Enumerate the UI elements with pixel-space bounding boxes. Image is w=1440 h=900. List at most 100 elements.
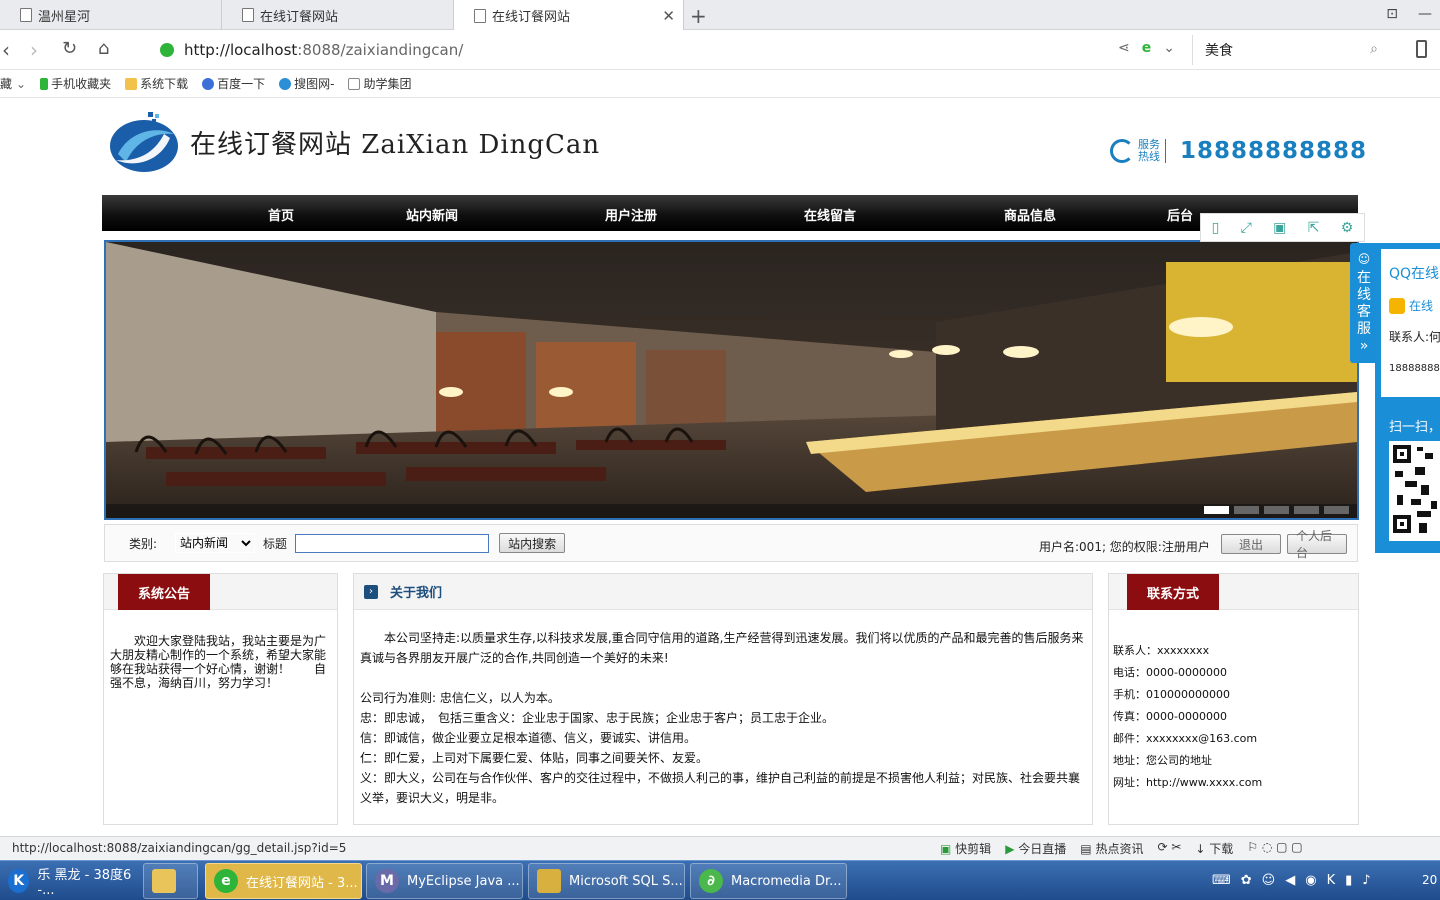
site-search-button[interactable]: 站内搜索 [499,533,566,553]
menu-news[interactable]: 站内新闻 [406,205,458,224]
chevron-down-icon: ⌄ [16,76,27,91]
menu-register[interactable]: 用户注册 [605,205,657,224]
taskbar-label: Microsoft SQL S... [569,873,683,889]
chevron-right-icon: › [364,584,378,599]
close-tab-icon[interactable]: ✕ [662,7,675,25]
bookmark-zhuxue[interactable]: 助学集团 [348,75,411,92]
myeclipse-icon: M [375,869,399,893]
save-icon[interactable]: ▣ [1273,220,1286,236]
slide-dot-2[interactable] [1234,506,1259,514]
bookmark-downloads[interactable]: 系统下载 [125,75,188,92]
tab-label: 温州星河 [38,9,91,25]
keyboard-icon[interactable]: ⌨ [1212,873,1231,888]
home-icon[interactable]: ⌂ [98,38,109,59]
address-bar[interactable]: http://localhost:8088/zaixiandingcan/ [150,35,1180,65]
shirt-icon[interactable]: ⊡ [1386,6,1398,22]
flower-icon[interactable]: ✿ [1241,873,1252,888]
status-misc-icons[interactable]: ⟳ ✂ [1157,840,1181,857]
taskbar-app-dreamweaver[interactable]: ∂ Macromedia Dr... [690,863,847,899]
menu-products[interactable]: 商品信息 [1004,205,1056,224]
reload-icon[interactable]: ↻ [62,38,77,59]
globe-icon [279,77,292,90]
share-icon[interactable]: ⋖ [1118,40,1130,56]
url-path: :8088/zaixiandingcan/ [297,41,464,59]
minimize-icon[interactable]: — [1418,6,1432,22]
system-tray: ⌨ ✿ ☺ ◀ ◉ K ▮ ♪ [1212,873,1371,888]
chevron-down-icon[interactable]: ⌄ [1163,40,1175,56]
menu-message[interactable]: 在线留言 [804,205,856,224]
taskbar-app-explorer[interactable] [143,863,198,899]
status-extra-icons[interactable]: ⚐ ◌ ▢ ▢ [1247,840,1302,857]
browser-tab-bar: 温州星河 在线订餐网站 在线订餐网站 ✕ + ⊡ — [0,0,1440,31]
folder-icon [125,77,138,90]
bookmark-favorites[interactable]: 藏 ⌄ [0,75,26,92]
gear-icon[interactable]: ⚙ [1341,220,1354,236]
status-live[interactable]: ▶ 今日直播 [1005,840,1066,857]
new-tab-button[interactable]: + [690,4,707,28]
volume-mute-icon[interactable]: ◀ [1285,873,1295,888]
bookmarks-bar: 藏 ⌄ 手机收藏夹 系统下载 百度一下 搜图网- 助学集团 [0,70,1440,98]
bookmark-label: 藏 [0,77,13,91]
status-news[interactable]: ▤ 热点资讯 [1080,840,1143,857]
contact-heading: 联系方式 [1127,574,1220,610]
status-quick-edit[interactable]: ▣ 快剪辑 [940,840,991,857]
about-line: 仁：即仁爱，上司对下属要仁爱、体贴，同事之间要关怀、友爱。 [360,751,709,765]
title-input[interactable] [295,533,490,553]
bookmark-mobile[interactable]: 手机收藏夹 [40,75,111,92]
kugou-tray-icon[interactable]: K [1327,873,1336,888]
taskbar-app-myeclipse[interactable]: M MyEclipse Java ... [366,863,523,899]
bookmark-baidu[interactable]: 百度一下 [202,75,265,92]
menu-home[interactable]: 首页 [268,205,294,224]
bookmark-soutu[interactable]: 搜图网- [279,75,334,92]
taskbar-app-browser[interactable]: e 在线订餐网站 - 3... [205,863,362,899]
expand-icon[interactable]: ⤢ [1241,220,1252,236]
double-chevron-icon: » [1359,338,1369,354]
status-label: 热点资讯 [1095,842,1144,856]
about-line: 公司行为准则: 忠信仁义，以人为本。 [360,691,560,705]
qq-scan-label: 扫一扫， [1389,420,1440,435]
hotline-label: 服务热线 [1138,139,1166,163]
sql-server-icon [537,869,561,893]
user-icon[interactable]: ☺ [1262,873,1276,888]
about-panel: › 关于我们 本公司坚持走:以质量求生存,以科技求发展,重合同守信用的道路,生产… [353,573,1093,825]
browser-tab-3-active[interactable]: 在线订餐网站 ✕ [454,0,684,31]
qq-online-link[interactable]: 在线 [1389,297,1440,314]
qq-title: QQ在线 [1389,266,1440,282]
hero-banner[interactable] [104,240,1359,520]
share-icon[interactable]: ⇱ [1308,220,1320,236]
phone-icon [40,77,49,90]
about-body: 本公司坚持走:以质量求生存,以科技求发展,重合同守信用的道路,生产经营得到迅速发… [354,610,1092,808]
qq-contact: 联系人:何 [1389,330,1440,344]
contact-header: 联系方式 [1109,574,1358,610]
forward-icon[interactable]: › [30,38,38,62]
contact-panel: 联系方式 联系人：xxxxxxxx 电话：0000-0000000 手机：010… [1108,573,1359,825]
slide-dot-4[interactable] [1294,506,1319,514]
browser-status-bar: http://localhost:8088/zaixiandingcan/gg_… [0,836,1440,860]
status-download[interactable]: ↓ 下载 [1195,840,1233,857]
qq-online-label: 在线 [1409,299,1434,313]
logout-button[interactable]: 退出 [1221,534,1281,554]
ie-mode-icon[interactable]: e [1142,40,1152,56]
phone-icon[interactable] [1416,40,1427,58]
category-select[interactable]: 站内新闻 [175,533,256,553]
search-icon[interactable]: ⌕ [1370,41,1378,57]
menu-admin[interactable]: 后台 [1167,205,1193,224]
copy-icon[interactable]: ▯ [1212,220,1220,236]
profile-button[interactable]: 个人后台 [1287,529,1347,560]
search-input[interactable]: 美食 ⌕ [1192,35,1392,65]
notice-text[interactable]: 欢迎大家登陆我站，我站主要是为广大朋友精心制作的一个系统，希望大家能够在我站获得… [104,610,337,690]
speaker-icon[interactable]: ♪ [1362,873,1370,888]
browser-tab-1[interactable]: 温州星河 [0,0,222,30]
network-icon[interactable]: ▮ [1345,873,1352,888]
slide-dot-3[interactable] [1264,506,1289,514]
qq-icon[interactable]: ◉ [1305,873,1316,888]
browser-tab-2[interactable]: 在线订餐网站 [222,0,454,30]
back-icon[interactable]: ‹ [2,38,10,62]
contact-row: 邮件：xxxxxxxx@163.com [1113,732,1258,745]
url-host: http://localhost [184,41,298,59]
taskbar-app-sqlserver[interactable]: Microsoft SQL S... [528,863,685,899]
taskbar-app-music[interactable]: K 乐 黑龙 - 38度6 -... [0,863,140,899]
slide-dot-5[interactable] [1324,506,1349,514]
slide-dot-1[interactable] [1204,506,1229,514]
qq-service-tab[interactable]: ☺ 在线客服 » [1350,243,1378,363]
